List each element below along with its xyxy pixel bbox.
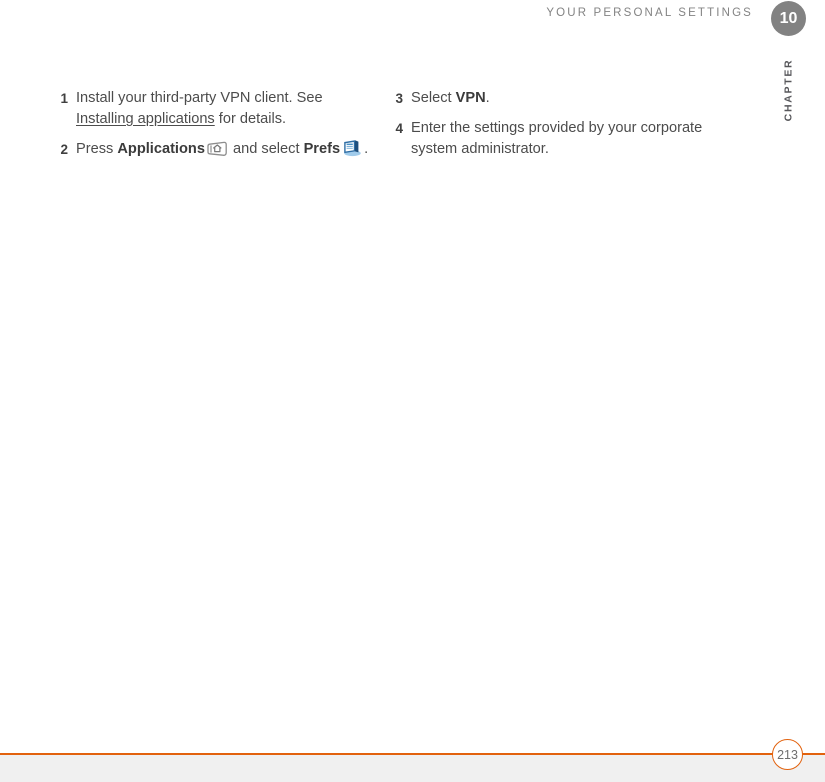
running-head: YOUR PERSONAL SETTINGS (546, 7, 753, 19)
chapter-tab-label: CHAPTER (782, 58, 795, 122)
list-item: 3 Select VPN. (385, 88, 715, 109)
applications-icon (207, 141, 227, 157)
step-list-right: 3 Select VPN. 4 Enter the settings provi… (385, 88, 715, 160)
step-text: Install your third-party VPN client. See… (76, 90, 323, 127)
step-text-segment: Press (76, 141, 118, 157)
step-text-segment: Install your third-party VPN client. See (76, 90, 323, 106)
step-text-segment: . (364, 141, 369, 157)
cross-reference-link[interactable]: Installing applications (76, 111, 215, 127)
step-text: Enter the settings provided by your corp… (411, 120, 703, 157)
chapter-number-badge: 10 (771, 1, 806, 36)
step-list-left: 1 Install your third-party VPN client. S… (50, 88, 380, 160)
page-number-badge: 213 (772, 739, 803, 770)
list-item: 4 Enter the settings provided by your co… (385, 118, 715, 160)
step-number: 3 (395, 91, 403, 106)
step-text: Select VPN. (411, 90, 490, 106)
step-text-segment: . (485, 90, 490, 106)
chapter-tab: CHAPTER (771, 44, 806, 136)
right-column: 3 Select VPN. 4 Enter the settings provi… (385, 88, 715, 160)
footer-band (0, 755, 825, 782)
step-text: Press Applications and select Prefs . (76, 139, 369, 157)
step-text-segment: for details. (214, 111, 287, 127)
list-item: 1 Install your third-party VPN client. S… (50, 88, 380, 130)
prefs-icon (342, 139, 362, 157)
emphasis-vpn: VPN (455, 90, 486, 106)
step-number: 1 (60, 91, 68, 106)
step-number: 2 (60, 142, 68, 157)
step-text-segment: and select (228, 141, 304, 157)
left-column: 1 Install your third-party VPN client. S… (50, 88, 380, 160)
emphasis-applications: Applications (117, 141, 205, 157)
emphasis-prefs: Prefs (303, 141, 341, 157)
step-text-segment: Select (411, 90, 456, 106)
step-number: 4 (395, 121, 403, 136)
manual-page: YOUR PERSONAL SETTINGS 10 CHAPTER 1 Inst… (0, 0, 825, 782)
list-item: 2 Press Applications and select Prefs . (50, 139, 380, 160)
